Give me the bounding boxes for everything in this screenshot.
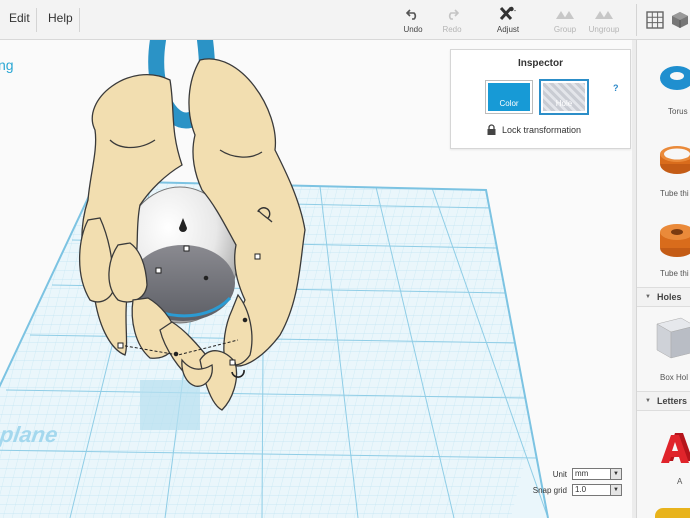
shape-label: Tube thi (660, 269, 689, 278)
ungroup-icon (581, 6, 627, 22)
adjust-tools-icon (485, 6, 531, 22)
shape-torus[interactable]: Torus (637, 58, 690, 118)
3d-workplane-canvas[interactable]: ng plane Inspector Color Hole ? Lock tra… (0, 40, 632, 518)
next-shape-preview[interactable] (655, 508, 690, 518)
shapes-panel: Torus Tube thi Tube thi ▼ Holes Box Hol … (636, 40, 690, 518)
ungroup-label: Ungroup (588, 25, 620, 34)
tube-thin-icon (660, 146, 690, 174)
hole-label: Hole (555, 99, 573, 108)
menu-divider (79, 8, 80, 32)
cube-icon (672, 12, 688, 28)
menu-divider (36, 8, 37, 32)
shape-tube-thin[interactable]: Tube thi (637, 140, 690, 200)
ungroup-button[interactable]: Ungroup (581, 6, 627, 34)
shape-letter-a[interactable]: A (637, 425, 690, 486)
workplane-label: plane (0, 422, 60, 447)
color-button[interactable]: Color (485, 80, 533, 114)
top-toolbar: Edit Help Undo Redo Adjust Group Ungroup (0, 0, 690, 40)
redo-label: Redo (442, 25, 462, 34)
unit-value: mm (575, 469, 589, 478)
snap-grid-label: Snap grid (532, 485, 567, 495)
shape-label: Tube thi (660, 189, 689, 198)
shape-label: Torus (668, 107, 688, 116)
menu-help[interactable]: Help (48, 11, 73, 25)
letters-section-header[interactable]: ▼ Letters (637, 391, 690, 411)
grid-icon (646, 11, 664, 29)
adjust-button[interactable]: Adjust (485, 6, 531, 34)
unit-label: Unit (552, 469, 567, 479)
shape-tube-thick[interactable]: Tube thi (637, 220, 690, 280)
tinkercad-editor: Edit Help Undo Redo Adjust Group Ungroup… (0, 0, 690, 518)
holes-header-label: Holes (656, 292, 682, 302)
view-cube-button[interactable] (670, 10, 690, 30)
snap-grid-select[interactable]: 1.0 ▼ (572, 484, 622, 496)
tube-thick-icon (660, 224, 690, 257)
holes-section-header[interactable]: ▼ Holes (637, 287, 690, 307)
inspector-title: Inspector (517, 58, 563, 69)
shape-box-hole[interactable]: Box Hol (637, 314, 690, 384)
adjust-label: Adjust (496, 25, 520, 34)
letter-a-icon (661, 433, 690, 463)
box-hole-icon (656, 317, 690, 359)
color-label: Color (499, 99, 519, 108)
redo-button[interactable]: Redo (429, 6, 475, 34)
menu-edit[interactable]: Edit (9, 11, 30, 25)
shape-label: Box Hol (660, 373, 689, 382)
shape-label: A (677, 477, 683, 486)
letters-header-label: Letters (656, 396, 687, 406)
inspector-panel: Inspector Color Hole ? Lock transformati… (450, 49, 631, 149)
grid-settings: Unit mm ▼ Snap grid 1.0 ▼ (530, 468, 622, 500)
design-title-fragment: ng (0, 57, 14, 73)
collapse-triangle-icon: ▼ (645, 398, 651, 404)
chevron-down-icon: ▼ (610, 485, 621, 495)
chevron-down-icon: ▼ (610, 469, 621, 479)
redo-icon (429, 6, 475, 22)
snap-grid-value: 1.0 (575, 485, 587, 494)
unit-select[interactable]: mm ▼ (572, 468, 622, 480)
lock-icon (487, 124, 496, 135)
toolbar-divider (636, 4, 637, 36)
torus-icon (660, 66, 690, 90)
hole-button[interactable]: Hole (539, 79, 589, 115)
collapse-triangle-icon: ▼ (645, 294, 651, 300)
lock-transformation-toggle[interactable]: Lock transformation (487, 124, 581, 135)
lock-transformation-label: Lock transformation (502, 124, 582, 135)
inspector-help-link[interactable]: ? (613, 83, 619, 93)
grid-view-button[interactable] (645, 10, 665, 30)
